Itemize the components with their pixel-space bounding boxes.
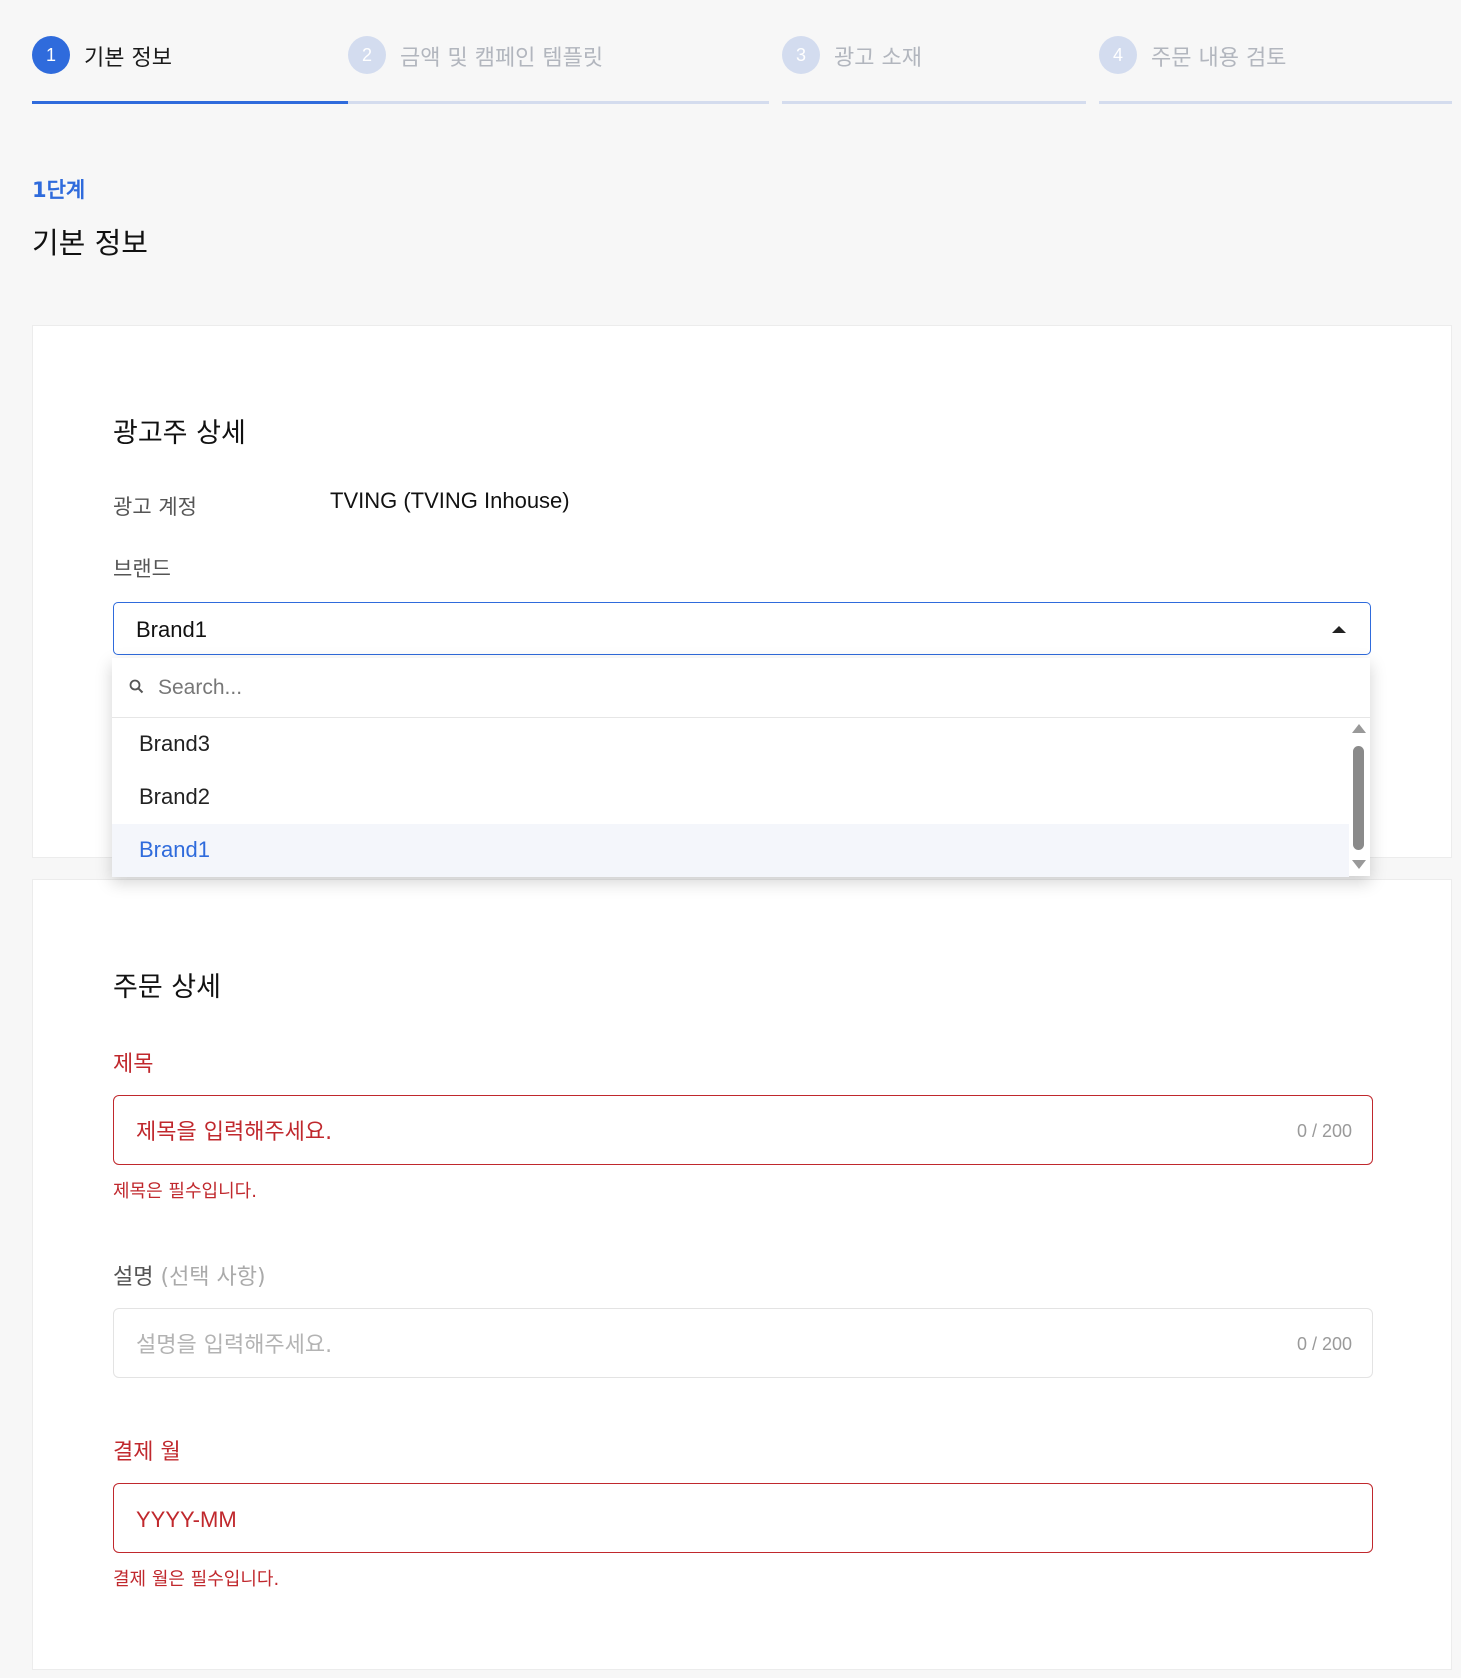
step-progress-bar	[1099, 101, 1452, 104]
step-number: 3	[782, 36, 820, 74]
ad-account-value: TVING (TVING Inhouse)	[330, 488, 570, 513]
dropdown-search-input[interactable]	[156, 670, 1260, 706]
step-order-review[interactable]: 4 주문 내용 검토	[1099, 30, 1452, 104]
dropdown-scrollbar[interactable]	[1353, 746, 1364, 850]
description-field-label: 설명 (선택 사항)	[113, 1259, 266, 1291]
step-number: 4	[1099, 36, 1137, 74]
description-input[interactable]	[134, 1327, 1218, 1363]
step-progress-bar	[348, 101, 769, 104]
order-card: 주문 상세 제목 0 / 200 제목은 필수입니다. 설명 (선택 사항) 0…	[32, 879, 1452, 1670]
step-ad-creative[interactable]: 3 광고 소재	[782, 30, 1086, 104]
dropdown-option-brand2[interactable]: Brand2	[112, 771, 1349, 824]
billing-month-input[interactable]	[134, 1502, 1218, 1538]
dropdown-option-brand1[interactable]: Brand1	[112, 824, 1349, 877]
step-progress-bar	[782, 101, 1086, 104]
step-label: 금액 및 캠페인 템플릿	[400, 46, 604, 71]
brand-select-value: Brand1	[136, 617, 207, 642]
dropdown-option-brand3[interactable]: Brand3	[112, 718, 1349, 771]
step-label: 주문 내용 검토	[1151, 46, 1287, 71]
billing-month-error-message: 결제 월은 필수입니다.	[113, 1569, 280, 1590]
title-input[interactable]	[134, 1114, 1218, 1150]
title-field-label: 제목	[113, 1052, 154, 1077]
brand-select[interactable]: Brand1	[113, 602, 1371, 655]
ad-account-label: 광고 계정	[113, 495, 197, 519]
description-optional-tag: (선택 사항)	[160, 1265, 266, 1290]
dropdown-search	[112, 658, 1370, 718]
dropdown-options: Brand3 Brand2 Brand1	[112, 718, 1349, 877]
description-char-counter: 0 / 200	[1296, 1334, 1352, 1354]
title-error-message: 제목은 필수입니다.	[113, 1181, 257, 1202]
step-number: 2	[348, 36, 386, 74]
step-number: 1	[32, 36, 70, 74]
step-kicker: 1단계	[32, 178, 86, 202]
scroll-down-arrow-icon[interactable]	[1352, 860, 1366, 869]
billing-month-label: 결제 월	[113, 1440, 181, 1465]
order-section-title: 주문 상세	[113, 972, 221, 1003]
brand-dropdown: Brand3 Brand2 Brand1	[112, 658, 1370, 877]
search-icon	[129, 679, 144, 694]
step-amount-template[interactable]: 2 금액 및 캠페인 템플릿	[348, 30, 769, 104]
advertiser-section-title: 광고주 상세	[113, 418, 246, 449]
step-label: 기본 정보	[84, 46, 172, 71]
billing-month-field	[113, 1483, 1373, 1553]
option-label: Brand2	[139, 784, 210, 809]
step-basic-info[interactable]: 1 기본 정보	[32, 30, 367, 104]
scroll-up-arrow-icon[interactable]	[1352, 724, 1366, 733]
step-label: 광고 소재	[834, 46, 922, 71]
option-label: Brand3	[139, 731, 210, 756]
title-char-counter: 0 / 200	[1296, 1121, 1352, 1141]
step-progress-bar	[32, 101, 367, 104]
description-label-text: 설명	[113, 1265, 154, 1290]
title-field: 0 / 200	[113, 1095, 1373, 1165]
option-label: Brand1	[139, 837, 210, 862]
caret-up-icon	[1332, 626, 1346, 633]
page-title: 기본 정보	[32, 226, 148, 260]
stepper: 1 기본 정보 2 금액 및 캠페인 템플릿 3 광고 소재 4 주문 내용 검…	[32, 30, 1452, 104]
description-field: 0 / 200	[113, 1308, 1373, 1378]
brand-label: 브랜드	[113, 557, 171, 581]
